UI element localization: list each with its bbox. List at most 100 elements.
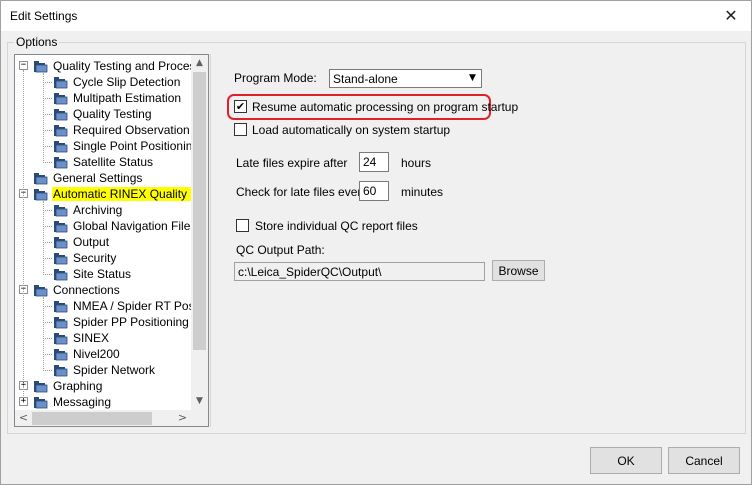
- ok-button[interactable]: OK: [590, 447, 662, 474]
- tree-node-label: Required Observation T: [73, 123, 191, 137]
- tree-connector: [43, 73, 44, 163]
- title-bar[interactable]: Edit Settings ✕: [1, 1, 751, 31]
- tree-node-label: Cycle Slip Detection: [73, 75, 181, 89]
- tree-node-label: NMEA / Spider RT Posi: [73, 299, 191, 313]
- window-title: Edit Settings: [10, 9, 78, 23]
- tree-connector: [43, 242, 52, 243]
- tree-node[interactable]: Spider Network: [15, 362, 191, 378]
- late-expire-label: Late files expire after: [236, 156, 348, 170]
- options-group-label: Options: [14, 35, 60, 49]
- tree-connector: [43, 130, 52, 131]
- tree-vertical-scrollbar[interactable]: ▲ ▼: [191, 55, 208, 410]
- folder-icon: [34, 173, 48, 185]
- tree-node[interactable]: Multipath Estimation: [15, 90, 191, 106]
- tree-connector: [43, 82, 52, 83]
- tree-node[interactable]: Spider PP Positioning: [15, 314, 191, 330]
- folder-icon: [54, 301, 68, 313]
- folder-icon: [54, 349, 68, 361]
- program-mode-label: Program Mode:: [234, 71, 317, 85]
- tree-node[interactable]: Output: [15, 234, 191, 250]
- late-expire-input[interactable]: [359, 152, 389, 172]
- tree-connector: [43, 354, 52, 355]
- tree-horizontal-scrollbar[interactable]: < >: [15, 410, 191, 426]
- tree-node[interactable]: Archiving: [15, 202, 191, 218]
- tree-node[interactable]: + Messaging: [15, 394, 191, 410]
- tree-node[interactable]: Required Observation T: [15, 122, 191, 138]
- browse-button[interactable]: Browse: [492, 260, 545, 281]
- late-expire-unit: hours: [401, 156, 432, 170]
- folder-icon: [54, 125, 68, 137]
- resume-checkbox[interactable]: ✔: [234, 100, 247, 113]
- tree-node[interactable]: Cycle Slip Detection: [15, 74, 191, 90]
- tree-node-label: Single Point Positioning: [73, 139, 191, 153]
- tree-connector: [43, 146, 52, 147]
- tree-nodes: − Quality Testing and Process Cycle Slip D…: [15, 55, 191, 410]
- tree-node[interactable]: Satellite Status: [15, 154, 191, 170]
- tree-connector: [43, 98, 52, 99]
- folder-icon: [34, 285, 48, 297]
- tree-node[interactable]: Nivel200: [15, 346, 191, 362]
- tree-node-label: Output: [73, 235, 110, 249]
- program-mode-value: Stand-alone: [333, 72, 398, 86]
- scroll-up-arrow-icon[interactable]: ▲: [191, 55, 208, 72]
- folder-icon: [54, 237, 68, 249]
- check-late-input[interactable]: [359, 181, 389, 201]
- scroll-right-arrow-icon[interactable]: >: [174, 410, 191, 426]
- tree-node[interactable]: − Quality Testing and Process: [15, 58, 191, 74]
- tree-connector: [43, 114, 52, 115]
- tree-node-label: Multipath Estimation: [73, 91, 182, 105]
- tree-node[interactable]: General Settings: [15, 170, 191, 186]
- tree-connector: [43, 162, 52, 163]
- tree-connector: [43, 306, 52, 307]
- tree-connector: [43, 297, 44, 371]
- program-mode-select[interactable]: Stand-alone ▼: [329, 69, 482, 88]
- scroll-corner: [191, 410, 208, 426]
- tree-node[interactable]: Single Point Positioning: [15, 138, 191, 154]
- tree-node[interactable]: + Graphing: [15, 378, 191, 394]
- tree-node[interactable]: Quality Testing: [15, 106, 191, 122]
- tree-node-label: Messaging: [53, 395, 112, 409]
- folder-icon: [54, 141, 68, 153]
- folder-icon: [34, 381, 48, 393]
- folder-icon: [34, 61, 48, 73]
- store-qc-checkbox[interactable]: [236, 219, 249, 232]
- scroll-down-arrow-icon[interactable]: ▼: [191, 393, 208, 410]
- tree-node-label: Satellite Status: [73, 155, 154, 169]
- tree-node-label: Spider Network: [73, 363, 156, 377]
- close-button[interactable]: ✕: [717, 5, 745, 27]
- tree-node[interactable]: NMEA / Spider RT Posi: [15, 298, 191, 314]
- folder-icon: [54, 365, 68, 377]
- folder-icon: [54, 333, 68, 345]
- expand-icon[interactable]: +: [19, 397, 28, 406]
- tree-connector: [43, 226, 52, 227]
- chevron-down-icon[interactable]: ▼: [465, 71, 480, 86]
- load-on-startup-label: Load automatically on system startup: [252, 123, 451, 137]
- folder-icon: [54, 205, 68, 217]
- scroll-left-arrow-icon[interactable]: <: [15, 410, 32, 426]
- resume-label: Resume automatic processing on program s…: [252, 100, 519, 114]
- tree-node-label: Automatic RINEX Quality Ch: [52, 187, 191, 201]
- tree-node-label: Security: [73, 251, 117, 265]
- tree-node[interactable]: Security: [15, 250, 191, 266]
- qc-path-input[interactable]: [234, 262, 485, 281]
- vertical-scroll-thumb[interactable]: [193, 72, 206, 350]
- tree-node[interactable]: − Connections: [15, 282, 191, 298]
- tree-node-label: Quality Testing: [73, 107, 152, 121]
- tree-connector: [43, 210, 52, 211]
- tree-connector: [43, 370, 52, 371]
- tree-node[interactable]: Global Navigation Files: [15, 218, 191, 234]
- horizontal-scroll-thumb[interactable]: [32, 412, 152, 425]
- collapse-icon[interactable]: −: [19, 61, 28, 70]
- tree-connector: [43, 274, 52, 275]
- tree-node-label: Site Status: [73, 267, 132, 281]
- tree-node[interactable]: Site Status: [15, 266, 191, 282]
- tree-node-label: Graphing: [53, 379, 103, 393]
- folder-icon: [34, 189, 48, 201]
- options-tree[interactable]: − Quality Testing and Process Cycle Slip D…: [14, 54, 209, 427]
- load-on-startup-checkbox[interactable]: [234, 123, 247, 136]
- folder-icon: [54, 317, 68, 329]
- tree-node[interactable]: − Automatic RINEX Quality Ch: [15, 186, 191, 202]
- tree-node-label: Nivel200: [73, 347, 120, 361]
- tree-node[interactable]: SINEX: [15, 330, 191, 346]
- cancel-button[interactable]: Cancel: [668, 447, 740, 474]
